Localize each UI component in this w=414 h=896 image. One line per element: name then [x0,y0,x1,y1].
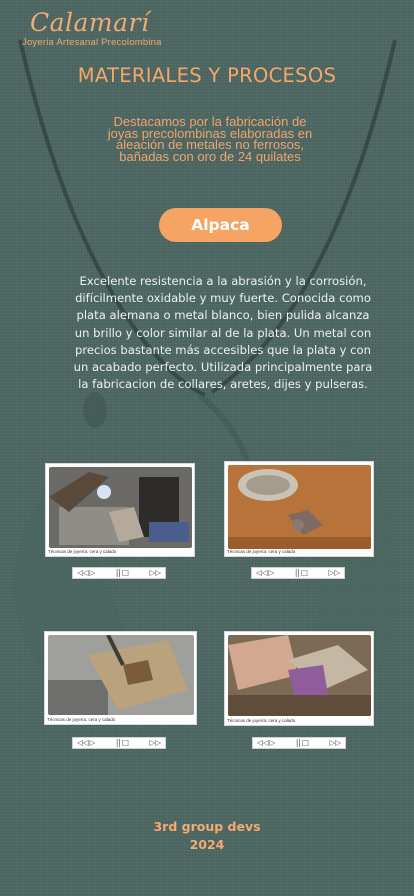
play-icon[interactable]: ▷ [90,738,96,748]
pause-icon[interactable]: || [116,738,121,748]
video-caption: Técnicas de joyería: cera y calado [227,549,296,554]
video-card: Técnicas de joyería: cera y calado ◁◁ ▷ … [45,463,195,579]
video-player[interactable]: Técnicas de joyería: cera y calado [45,463,195,557]
video-player[interactable]: Técnicas de joyería: cera y calado [224,631,374,726]
stop-icon[interactable]: □ [302,738,309,748]
forward-icon[interactable]: ▷▷ [149,738,161,748]
video-controls: ◁◁ ▷ || □ ▷▷ [72,737,166,749]
forward-icon[interactable]: ▷▷ [329,738,341,748]
rewind-icon[interactable]: ◁◁ [256,568,268,578]
rewind-icon[interactable]: ◁◁ [77,568,89,578]
forward-icon[interactable]: ▷▷ [149,568,161,578]
play-icon[interactable]: ▷ [90,568,96,578]
video-card: Técnicas de joyería: cera y calado ◁◁ ▷ … [224,461,374,579]
stop-icon[interactable]: □ [122,568,129,578]
page-title: MATERIALES Y PROCESOS [77,64,337,87]
stop-icon[interactable]: □ [301,568,308,578]
video-thumbnail [49,467,192,548]
video-player[interactable]: Técnicas de joyería: cera y calado [44,631,197,725]
pause-icon[interactable]: || [295,568,300,578]
video-thumbnail [48,635,194,715]
video-caption: Técnicas de joyería: cera y calado [48,549,117,554]
pause-icon[interactable]: || [116,568,121,578]
video-caption: Técnicas de joyería: cera y calado [47,717,116,722]
forward-icon[interactable]: ▷▷ [328,568,340,578]
footer: 3rd group devs 2024 [0,818,414,854]
video-caption: Técnicas de joyería: cera y calado [227,718,296,723]
video-thumbnail [228,465,371,549]
rewind-icon[interactable]: ◁◁ [257,738,269,748]
video-controls: ◁◁ ▷ || □ ▷▷ [72,567,166,579]
rewind-icon[interactable]: ◁◁ [77,738,89,748]
video-controls: ◁◁ ▷ || □ ▷▷ [252,737,346,749]
video-card: Técnicas de joyería: cera y calado ◁◁ ▷ … [44,631,197,749]
footer-year: 2024 [189,837,225,852]
material-description: Excelente resistencia a la abrasión y la… [73,274,373,392]
play-icon[interactable]: ▷ [269,568,275,578]
brand-subtitle: Joyeria Artesanal Precolombina [22,37,162,48]
brand-logo[interactable]: Calamarí Joyeria Artesanal Precolombina [22,8,162,48]
stop-icon[interactable]: □ [122,738,129,748]
footer-credit: 3rd group devs [153,819,261,834]
brand-title: Calamarí [30,8,150,37]
pause-icon[interactable]: || [296,738,301,748]
video-player[interactable]: Técnicas de joyería: cera y calado [224,461,374,557]
material-button-alpaca[interactable]: Alpaca [159,208,282,242]
intro-text: Destacamos por la fabricación de joyas p… [107,114,313,164]
play-icon[interactable]: ▷ [270,738,276,748]
video-controls: ◁◁ ▷ || □ ▷▷ [251,567,345,579]
video-card: Técnicas de joyería: cera y calado ◁◁ ▷ … [224,631,374,749]
video-thumbnail [228,635,371,716]
